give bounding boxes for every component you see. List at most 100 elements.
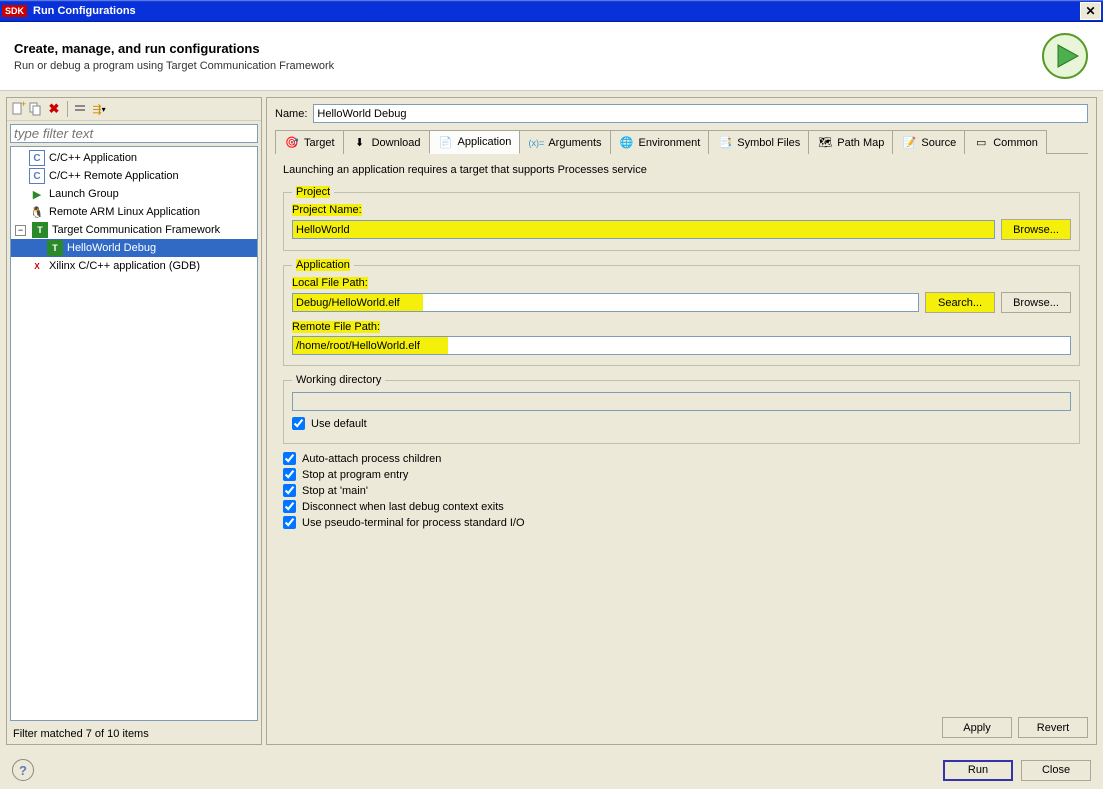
workdir-legend: Working directory [292, 374, 385, 386]
tab-application[interactable]: 📄 Application [429, 130, 521, 154]
tab-common[interactable]: ▭ Common [964, 130, 1047, 154]
tab-download[interactable]: ⬇Download [343, 130, 430, 154]
name-row: Name: [275, 104, 1088, 123]
tree-item-launch-group[interactable]: ▶ Launch Group [11, 185, 257, 203]
tab-label: Application [458, 136, 512, 148]
right-panel: Name: 🎯 Target ⬇Download 📄 Application (x)… [266, 97, 1097, 745]
window-close-button[interactable]: ✕ [1080, 2, 1101, 20]
tab-label: Symbol Files [737, 137, 800, 149]
stop-entry-checkbox[interactable] [283, 468, 296, 481]
tab-path-map[interactable]: 🗺 Path Map [808, 130, 893, 154]
tree-item-tcf[interactable]: − T Target Communication Framework [11, 221, 257, 239]
tab-source[interactable]: 📝 Source [892, 130, 965, 154]
tab-target[interactable]: 🎯 Target [275, 130, 344, 154]
penguin-icon: 🐧 [29, 204, 45, 220]
application-icon: 📄 [438, 134, 454, 150]
workdir-input [292, 392, 1071, 411]
project-name-input[interactable] [292, 220, 995, 239]
tab-label: Source [921, 137, 956, 149]
header-text: Create, manage, and run configurations R… [14, 41, 1041, 72]
tree-label: Target Communication Framework [52, 224, 220, 236]
filter-icon: ⇶ [92, 103, 101, 116]
local-path-label: Local File Path: [292, 277, 1071, 289]
new-config-button[interactable]: + [10, 101, 26, 117]
header-subtitle: Run or debug a program using Target Comm… [14, 60, 1041, 72]
sdk-badge: SDK [2, 5, 27, 17]
tab-label: Path Map [837, 137, 884, 149]
revert-button[interactable]: Revert [1018, 717, 1088, 738]
window-title: Run Configurations [33, 5, 1080, 17]
use-default-label: Use default [311, 418, 367, 430]
tab-arguments[interactable]: (x)=Arguments [519, 130, 610, 154]
tab-label: Target [304, 137, 335, 149]
tab-symbol-files[interactable]: 📑 Symbol Files [708, 130, 809, 154]
project-legend: Project [296, 186, 330, 198]
target-icon: 🎯 [284, 135, 300, 151]
close-icon: ✕ [1085, 4, 1095, 18]
name-input[interactable] [313, 104, 1088, 123]
environment-icon: 🌐 [619, 135, 635, 151]
source-icon: 📝 [901, 135, 917, 151]
tab-label: Environment [639, 137, 701, 149]
stop-main-checkbox[interactable] [283, 484, 296, 497]
name-label: Name: [275, 108, 307, 120]
tab-environment[interactable]: 🌐 Environment [610, 130, 710, 154]
tree-item-c-remote-application[interactable]: C C/C++ Remote Application [11, 167, 257, 185]
run-button[interactable]: Run [943, 760, 1013, 781]
disconnect-checkbox[interactable] [283, 500, 296, 513]
use-default-checkbox[interactable] [292, 417, 305, 430]
tcf-icon: T [47, 240, 63, 256]
pseudo-terminal-checkbox[interactable] [283, 516, 296, 529]
stop-main-label: Stop at 'main' [302, 485, 368, 497]
stop-entry-label: Stop at program entry [302, 469, 408, 481]
main-area: + ✖ ⇶▾ C C/C++ Application C C/C++ Remot… [0, 91, 1103, 751]
tree-item-c-application[interactable]: C C/C++ Application [11, 149, 257, 167]
search-button[interactable]: Search... [925, 292, 995, 313]
tree-item-xilinx-gdb[interactable]: X Xilinx C/C++ application (GDB) [11, 257, 257, 275]
duplicate-button[interactable] [28, 101, 44, 117]
delete-button[interactable]: ✖ [46, 101, 62, 117]
tab-bar: 🎯 Target ⬇Download 📄 Application (x)=Argum… [275, 129, 1088, 154]
tree-item-remote-arm-linux[interactable]: 🐧 Remote ARM Linux Application [11, 203, 257, 221]
tree-label: HelloWorld Debug [67, 242, 156, 254]
tree-label: C/C++ Remote Application [49, 170, 179, 182]
tab-label: Common [993, 137, 1038, 149]
filter-dropdown-button[interactable]: ⇶▾ [91, 101, 107, 117]
toolbar-separator [67, 101, 68, 117]
header-title: Create, manage, and run configurations [14, 41, 1041, 56]
arguments-icon: (x)= [528, 135, 544, 151]
local-browse-button[interactable]: Browse... [1001, 292, 1071, 313]
help-icon: ? [19, 763, 27, 778]
left-toolbar: + ✖ ⇶▾ [7, 98, 261, 121]
titlebar: SDK Run Configurations ✕ [0, 0, 1103, 22]
right-button-bar: Apply Revert [275, 707, 1088, 738]
help-button[interactable]: ? [12, 759, 34, 781]
tree-label: C/C++ Application [49, 152, 137, 164]
filter-input[interactable] [10, 124, 258, 143]
tab-content: Launching an application requires a targ… [275, 154, 1088, 707]
tree-label: Remote ARM Linux Application [49, 206, 200, 218]
tree-item-helloworld-debug[interactable]: T HelloWorld Debug [11, 239, 257, 257]
remote-path-label: Remote File Path: [292, 321, 1071, 333]
config-tree: C C/C++ Application C C/C++ Remote Appli… [10, 146, 258, 721]
footer: ? Run Close [0, 751, 1103, 789]
auto-attach-checkbox[interactable] [283, 452, 296, 465]
project-browse-button[interactable]: Browse... [1001, 219, 1071, 240]
pathmap-icon: 🗺 [817, 135, 833, 151]
delete-icon: ✖ [49, 101, 60, 117]
run-icon [1041, 32, 1089, 80]
symbol-icon: 📑 [717, 135, 733, 151]
apply-button[interactable]: Apply [942, 717, 1012, 738]
common-icon: ▭ [973, 135, 989, 151]
tree-label: Launch Group [49, 188, 119, 200]
filter-status: Filter matched 7 of 10 items [7, 724, 261, 744]
close-button[interactable]: Close [1021, 760, 1091, 781]
expander-minus-icon[interactable]: − [15, 225, 26, 236]
pseudo-terminal-label: Use pseudo-terminal for process standard… [302, 517, 525, 529]
tab-label: Download [372, 137, 421, 149]
collapse-all-button[interactable] [73, 101, 89, 117]
c-icon: C [29, 150, 45, 166]
local-path-input[interactable] [292, 293, 919, 312]
remote-path-input[interactable] [292, 336, 1071, 355]
project-fieldset: Project Project Name: Browse... [283, 186, 1080, 251]
